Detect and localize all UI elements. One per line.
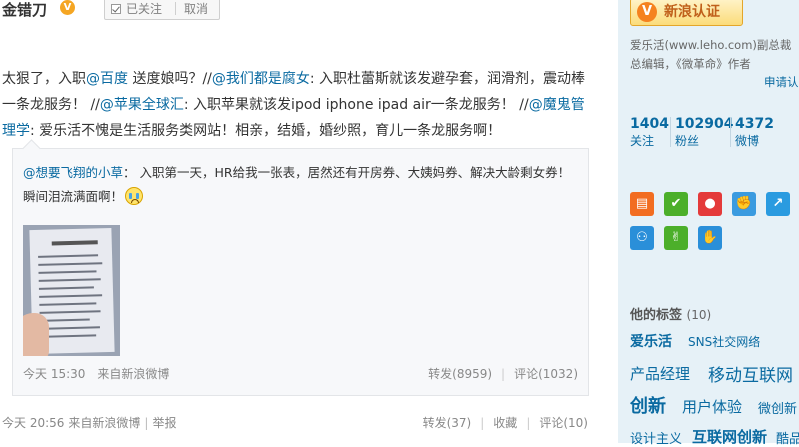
divider: | (480, 416, 485, 430)
profile-sidebar: V 新浪认证 爱乐活(www.leho.com)副总裁 总编辑，《微革命》作者 … (618, 0, 799, 447)
divider (730, 117, 731, 147)
stat-label: 粉丝 (675, 134, 700, 148)
post-actions: 转发(37) | 收藏 | 评论(10) (423, 414, 588, 431)
tag-item[interactable]: 互联网创新 (692, 426, 767, 447)
share-arrow-icon[interactable]: ↗ (766, 192, 790, 216)
divider (175, 2, 176, 15)
tag-item[interactable]: 微创新 (758, 398, 797, 417)
fist-icon[interactable]: ✊ (732, 192, 756, 216)
microphone-icon[interactable]: ● (698, 192, 722, 216)
stat-label: 微博 (735, 134, 760, 148)
verified-v-icon: V (637, 2, 657, 22)
retweet-meta: 今天 15:30 来自新浪微博 (23, 365, 169, 382)
tag-item[interactable]: SNS社交网络 (688, 333, 760, 350)
author-name[interactable]: 金错刀 (2, 0, 47, 20)
post-meta: 今天 20:56 来自新浪微博 | 举报 (2, 414, 176, 431)
stat-number: 1404 (630, 116, 669, 132)
mention-link[interactable]: @我们都是腐女 (212, 71, 310, 87)
bio-line: 总编辑，《微革命》作者 (630, 57, 751, 71)
retweet-actions: 转发(8959) | 评论(1032) (428, 365, 578, 382)
profile-bio: 爱乐活(www.leho.com)副总裁 总编辑，《微革命》作者 (630, 36, 799, 74)
hand-image (23, 313, 49, 356)
profile-stats: 1404 关注 102904 粉丝 4372 微博 (630, 116, 799, 150)
mention-link[interactable]: @百度 (86, 71, 128, 87)
tags-title: 他的标签 (630, 308, 683, 323)
follow-status-control: 已关注 取消 (104, 0, 220, 20)
report-link[interactable]: 举报 (152, 416, 176, 430)
stat-following[interactable]: 1404 关注 (630, 116, 669, 150)
post-time[interactable]: 今天 20:56 (2, 416, 64, 430)
bio-line: 爱乐活(www.leho.com)副总裁 (630, 38, 792, 52)
stat-label: 关注 (630, 134, 655, 148)
favorite-link[interactable]: 收藏 (493, 416, 517, 430)
retweet-image-thumbnail[interactable] (23, 225, 120, 356)
verify-label: 新浪认证 (664, 4, 720, 20)
divider: | (526, 416, 531, 430)
tag-item[interactable]: 移动互联网 (708, 361, 793, 386)
retweet-text: @想要飞翔的小草： 入职第一天，HR给我一张表，居然还有开房券、大姨妈券、解决大… (23, 161, 578, 209)
retweet-comment-link[interactable]: 评论(1032) (514, 367, 578, 381)
retweet-repost-link[interactable]: 转发(8959) (428, 367, 492, 381)
divider: | (501, 367, 506, 381)
retweet-source: 来自新浪微博 (97, 367, 170, 381)
stat-number: 102904 (675, 116, 734, 132)
hand-clap-icon[interactable]: ✌ (664, 226, 688, 250)
retweet-time[interactable]: 今天 15:30 (23, 367, 85, 381)
followed-label: 已关注 (126, 2, 163, 16)
divider (670, 117, 671, 147)
retweet-box: @想要飞翔的小草： 入职第一天，HR给我一张表，居然还有开房券、大姨妈券、解决大… (12, 139, 589, 396)
tags-count: (10) (686, 308, 712, 322)
tag-item[interactable]: 酷品 (776, 428, 799, 447)
stat-followers[interactable]: 102904 粉丝 (675, 116, 733, 150)
crying-face-icon (125, 187, 144, 205)
divider: | (144, 416, 149, 430)
tag-item[interactable]: 设计主义 (630, 428, 682, 447)
comment-link[interactable]: 评论(10) (539, 416, 588, 430)
group-icon[interactable]: ⚇ (630, 226, 654, 250)
post-text-fragment: : 入职苹果就该发ipod iphone ipad air一条龙服务！ // (183, 97, 529, 113)
tag-item[interactable]: 用户体验 (682, 396, 742, 417)
post-text: 太狠了，入职@百度 送度娘吗？//@我们都是腐女: 入职杜蕾斯就该发避孕套，润滑… (2, 66, 598, 144)
checkmark-icon (111, 4, 121, 14)
mention-link[interactable]: @苹果全球汇 (100, 97, 184, 113)
sina-verify-button[interactable]: V 新浪认证 (630, 0, 743, 26)
profile-card-icon[interactable]: ▤ (630, 192, 654, 216)
tag-item[interactable]: 产品经理 (630, 363, 690, 384)
retweet-user-link[interactable]: @想要飞翔的小草 (23, 165, 123, 180)
tags-heading: 他的标签 (10) (630, 304, 711, 323)
palm-icon[interactable]: ✋ (698, 226, 722, 250)
thumbs-up-icon[interactable]: ✔ (664, 192, 688, 216)
post-source: 来自新浪微博 (68, 416, 141, 430)
unfollow-button[interactable]: 取消 (184, 0, 208, 19)
apply-verify-link[interactable]: 申请认 (764, 74, 799, 90)
stat-posts[interactable]: 4372 微博 (735, 116, 774, 150)
post-text-fragment: 太狠了，入职 (2, 71, 86, 87)
repost-link[interactable]: 转发(37) (423, 416, 472, 430)
verified-v-icon: V (60, 0, 75, 15)
post-text-fragment: 送度娘吗？// (128, 71, 212, 87)
stat-number: 4372 (735, 116, 774, 132)
tag-item[interactable]: 创新 (630, 392, 666, 418)
tag-item[interactable]: 爱乐活 (630, 331, 672, 351)
post-text-fragment: : 爱乐活不愧是生活服务类网站！相亲，结婚，婚纱照，育儿一条龙服务啊！ (30, 123, 502, 139)
feed-item: 金错刀 V 已关注 取消 太狠了，入职@百度 送度娘吗？//@我们都是腐女: 入… (0, 0, 618, 443)
